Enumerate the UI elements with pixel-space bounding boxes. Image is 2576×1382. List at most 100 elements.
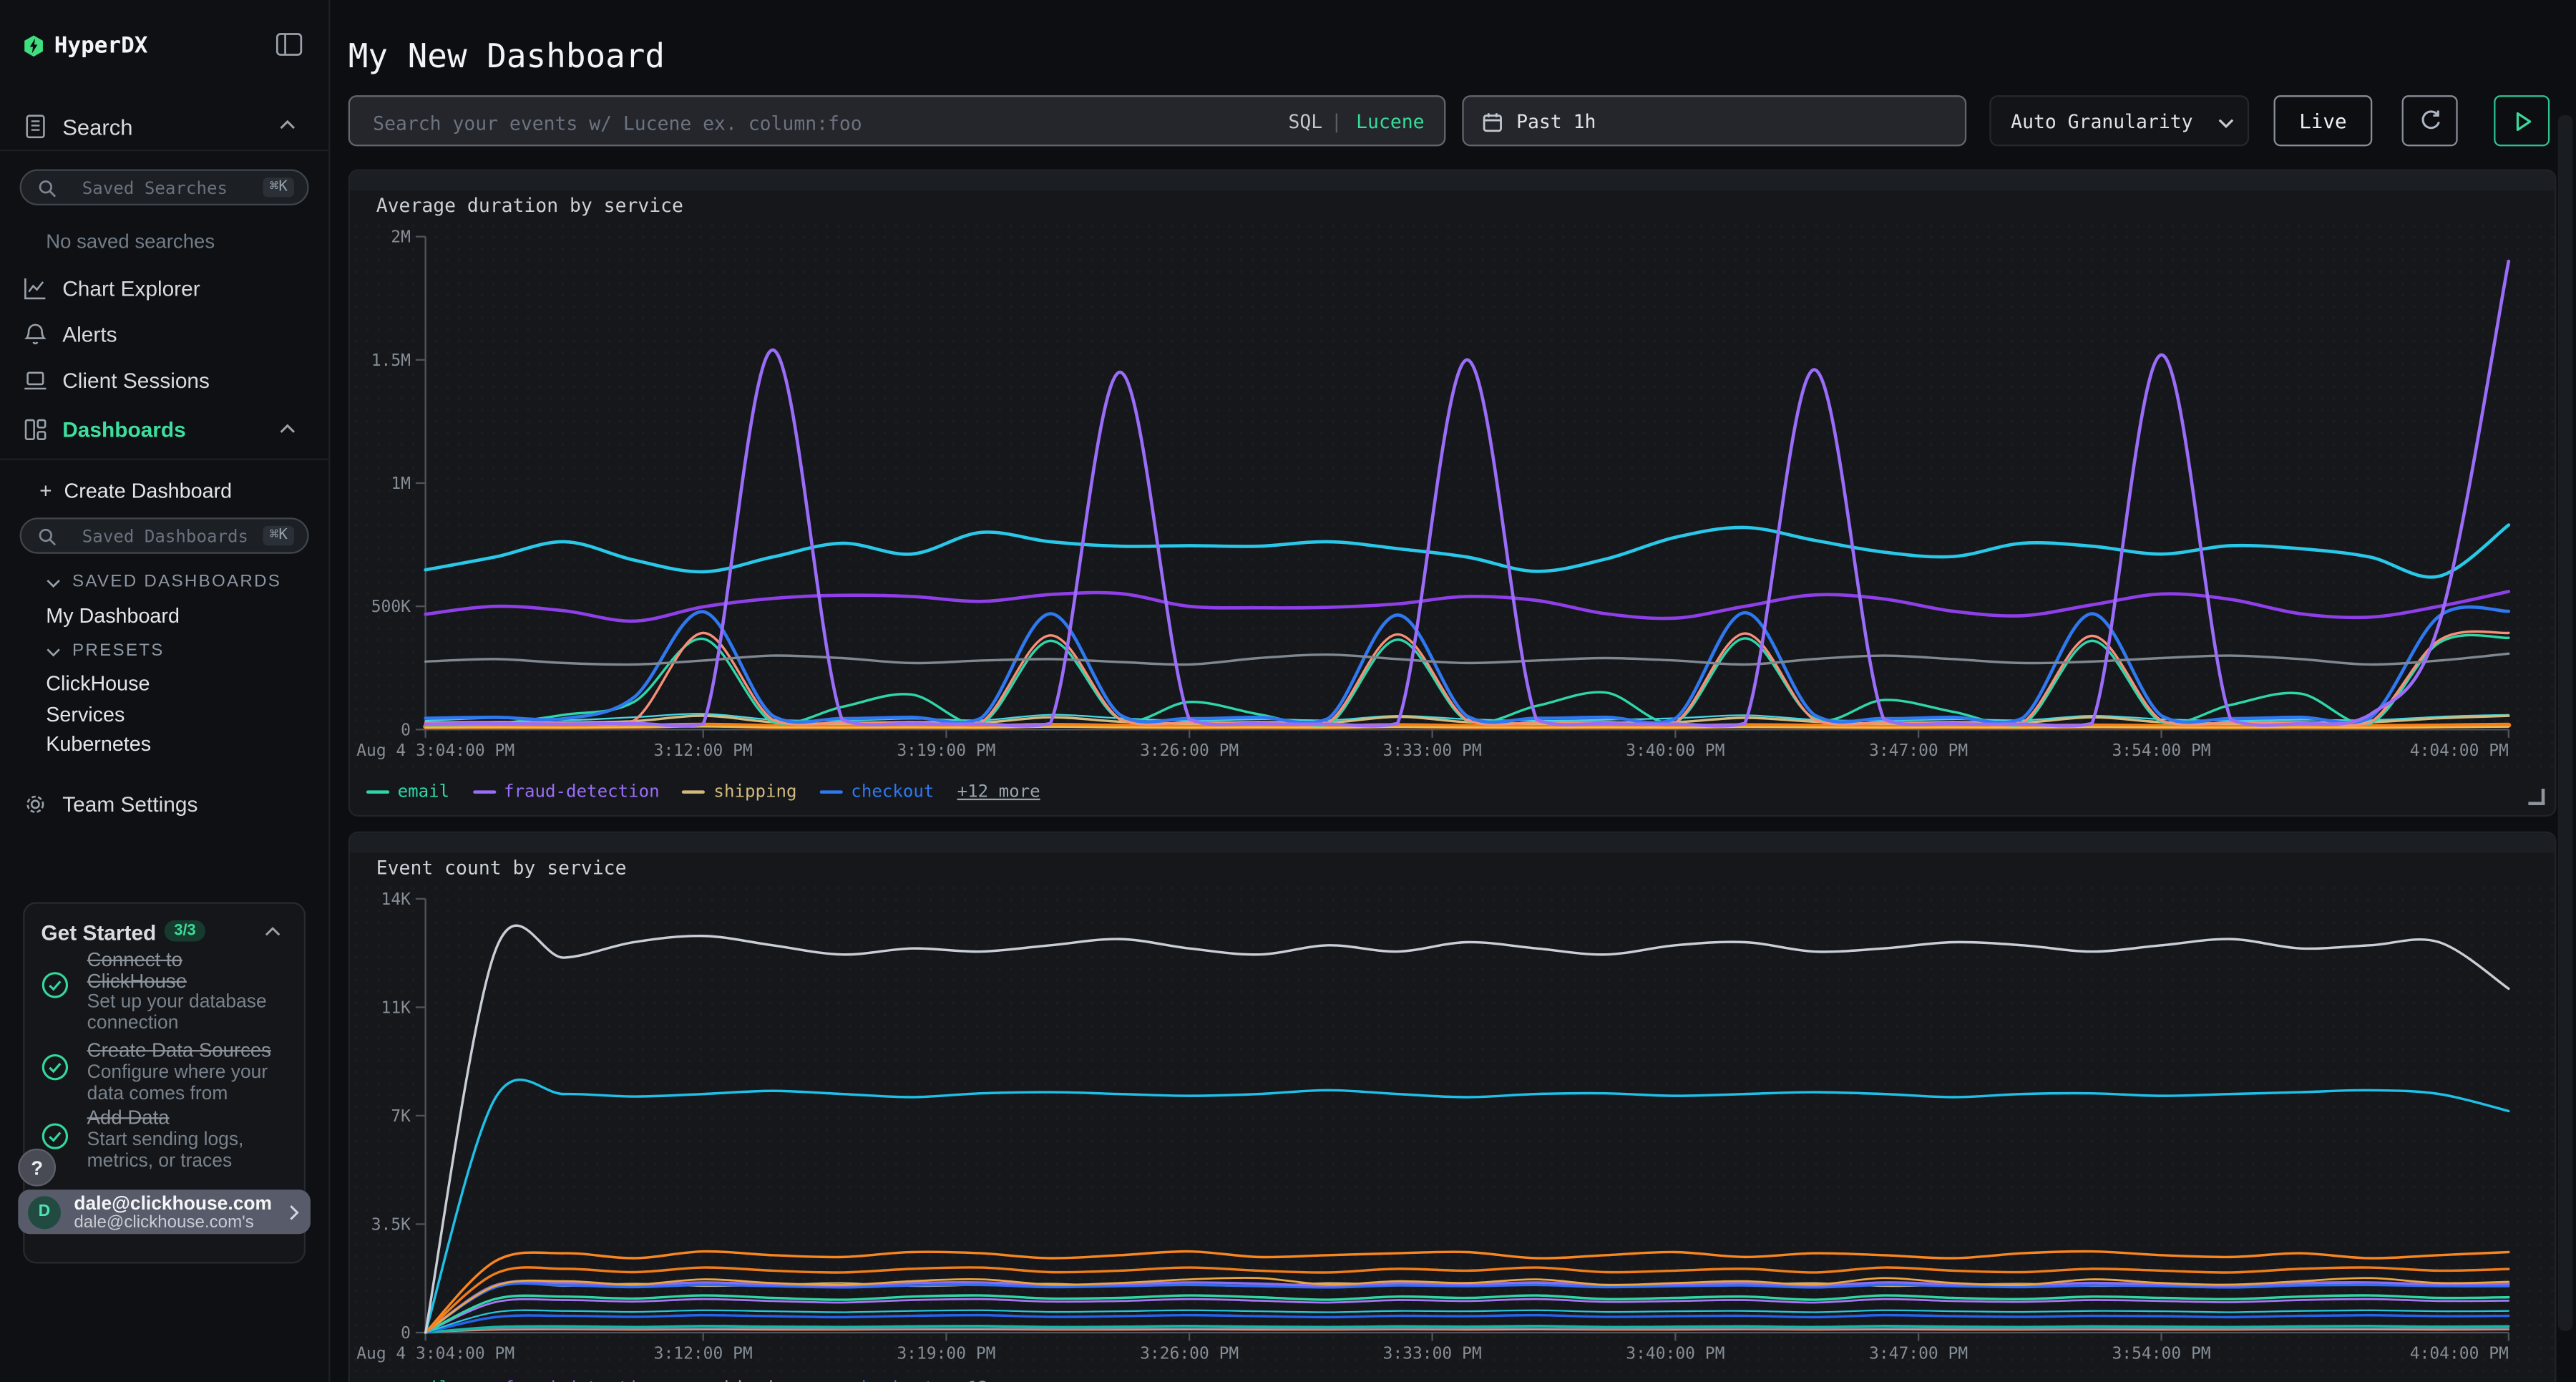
- sidebar-item-chart-explorer[interactable]: Chart Explorer: [0, 266, 328, 311]
- step-add-data[interactable]: Add Data Start sending logs, metrics, or…: [24, 1106, 303, 1174]
- run-query-button[interactable]: [2494, 95, 2550, 146]
- sidebar-section-search[interactable]: Search: [0, 105, 328, 150]
- legend-item-shipping[interactable]: shipping: [683, 1378, 797, 1382]
- x-tick-label: 3:47:00 PM: [1869, 741, 1968, 760]
- chevron-up-icon: [265, 927, 281, 937]
- sidebar-item-client-sessions[interactable]: Client Sessions: [0, 359, 328, 403]
- no-saved-searches-text: No saved searches: [46, 230, 215, 253]
- y-tick-label: 1M: [391, 475, 411, 493]
- legend-label: shipping: [713, 782, 796, 802]
- chart-canvas[interactable]: 14K11K7K3.5K0Aug 4 3:04:00 PM3:12:00 PM3…: [350, 882, 2555, 1372]
- panel-drag-handle[interactable]: [350, 171, 2555, 191]
- check-circle-icon: [41, 971, 69, 999]
- legend-label: checkout: [851, 1378, 934, 1382]
- series-cyan-wavy: [426, 525, 2509, 578]
- chart-event-count[interactable]: 14K11K7K3.5K0Aug 4 3:04:00 PM3:12:00 PM3…: [350, 882, 2555, 1372]
- saved-searches-input[interactable]: ⌘K: [20, 169, 309, 205]
- check-circle-icon: [41, 1053, 69, 1081]
- chevron-down-icon: [46, 648, 61, 658]
- resize-handle-icon[interactable]: [2528, 789, 2545, 805]
- sidebar-item-services[interactable]: Services: [0, 700, 328, 733]
- legend-item-email[interactable]: email: [366, 1378, 449, 1382]
- series-purple-1: [426, 1281, 2509, 1333]
- step-create-data-sources[interactable]: Create Data Sources Configure where your…: [24, 1038, 303, 1107]
- x-tick-label: 3:54:00 PM: [2112, 741, 2210, 760]
- x-tick-label: 3:12:00 PM: [654, 741, 753, 760]
- scrollbar[interactable]: [2558, 115, 2573, 1331]
- chart-legend: email fraud-detection shipping checkout +12 …: [366, 779, 1040, 805]
- legend-item-shipping[interactable]: shipping: [683, 782, 797, 802]
- page-title: My New Dashboard: [348, 37, 665, 76]
- app-root: HyperDX Search: [0, 0, 2576, 1382]
- shortcut-badge: ⌘K: [263, 177, 294, 198]
- sidebar-collapse-button[interactable]: [276, 33, 303, 64]
- sidebar-item-kubernetes[interactable]: Kubernetes: [0, 729, 328, 762]
- legend-item-email[interactable]: email: [366, 782, 449, 802]
- search-icon: [38, 179, 58, 199]
- shortcut-badge: ⌘K: [263, 526, 294, 546]
- legend-label: fraud-detection: [504, 782, 660, 802]
- panel-average-duration: Average duration by service 2M1.5M1M500K…: [348, 169, 2557, 817]
- series-orange-1: [426, 1251, 2509, 1333]
- x-tick-label: 3:54:00 PM: [2112, 1345, 2210, 1363]
- sidebar-dashboards-label: Dashboards: [62, 417, 186, 442]
- sidebar-item-clickhouse[interactable]: ClickHouse: [0, 668, 328, 701]
- legend-item--12-more[interactable]: +12 more: [957, 782, 1040, 802]
- user-menu[interactable]: D dale@clickhouse.com dale@clickhouse.co…: [18, 1189, 311, 1234]
- legend-item-checkout[interactable]: checkout: [820, 782, 935, 802]
- chart-explorer-icon: [23, 276, 47, 301]
- legend-label: shipping: [713, 1378, 796, 1382]
- sidebar-item-alerts[interactable]: Alerts: [0, 312, 328, 356]
- create-dashboard-button[interactable]: + Create Dashboard: [0, 473, 328, 510]
- series-tan-2: [426, 1282, 2509, 1333]
- x-tick-label: 3:40:00 PM: [1626, 1345, 1724, 1363]
- panel-toggle-icon: [276, 33, 303, 56]
- chevron-up-icon: [279, 424, 296, 434]
- series-cyan-main: [426, 1080, 2509, 1333]
- legend-item--12-more[interactable]: +12 more: [957, 1378, 1040, 1382]
- saved-dashboards-input[interactable]: ⌘K: [20, 517, 309, 554]
- sidebar-search-label: Search: [62, 115, 132, 140]
- chart-canvas[interactable]: 2M1.5M1M500K0Aug 4 3:04:00 PM3:12:00 PM3…: [350, 220, 2555, 769]
- play-icon: [2514, 110, 2534, 133]
- sidebar-item-dashboards[interactable]: Dashboards: [0, 407, 328, 453]
- legend-item-checkout[interactable]: checkout: [820, 1378, 935, 1382]
- event-search-input[interactable]: [370, 97, 1297, 147]
- lang-lucene-toggle[interactable]: Lucene: [1356, 110, 1424, 133]
- get-started-header[interactable]: Get Started 3/3: [24, 904, 303, 953]
- calendar-icon: [1482, 112, 1503, 133]
- sidebar-item-my-dashboard[interactable]: My Dashboard: [0, 601, 328, 634]
- x-tick-label: 3:40:00 PM: [1626, 741, 1724, 760]
- time-range-picker[interactable]: Past 1h: [1462, 95, 1966, 146]
- search-icon: [38, 527, 58, 548]
- saved-dashboards-field[interactable]: [79, 521, 250, 554]
- x-tick-label: 3:26:00 PM: [1140, 741, 1239, 760]
- granularity-value: Auto Granularity: [2011, 110, 2192, 133]
- chevron-right-icon: [289, 1205, 299, 1221]
- help-button[interactable]: ?: [18, 1149, 56, 1187]
- series-purple-wavy: [426, 592, 2509, 621]
- sidebar-item-team-settings[interactable]: Team Settings: [0, 785, 328, 824]
- panel-drag-handle[interactable]: [350, 833, 2555, 853]
- granularity-select[interactable]: Auto Granularity: [1989, 95, 2249, 146]
- live-button[interactable]: Live: [2274, 95, 2373, 146]
- step-connect-clickhouse[interactable]: Connect to ClickHouse Set up your databa…: [24, 946, 303, 1035]
- saved-searches-field[interactable]: [79, 172, 250, 205]
- y-tick-label: 3.5K: [371, 1215, 411, 1234]
- legend-item-fraud-detection[interactable]: fraud-detection: [472, 782, 659, 802]
- section-saved-dashboards[interactable]: SAVED DASHBOARDS: [0, 570, 328, 597]
- user-org: dale@clickhouse.com's: [74, 1215, 254, 1232]
- section-presets[interactable]: PRESETS: [0, 639, 328, 666]
- legend-label: fraud-detection: [504, 1378, 660, 1382]
- y-tick-label: 2M: [391, 228, 411, 247]
- refresh-button[interactable]: [2402, 95, 2458, 146]
- lang-sql-toggle[interactable]: SQL: [1288, 110, 1322, 133]
- avatar: D: [28, 1195, 61, 1228]
- y-tick-label: 0: [401, 721, 411, 739]
- legend-item-fraud-detection[interactable]: fraud-detection: [472, 1378, 659, 1382]
- bell-icon: [23, 322, 47, 346]
- legend-label: email: [398, 782, 450, 802]
- hyperdx-logo-icon: [23, 34, 44, 57]
- x-tick-label: 3:26:00 PM: [1140, 1345, 1239, 1363]
- chart-average-duration[interactable]: 2M1.5M1M500K0Aug 4 3:04:00 PM3:12:00 PM3…: [350, 220, 2555, 769]
